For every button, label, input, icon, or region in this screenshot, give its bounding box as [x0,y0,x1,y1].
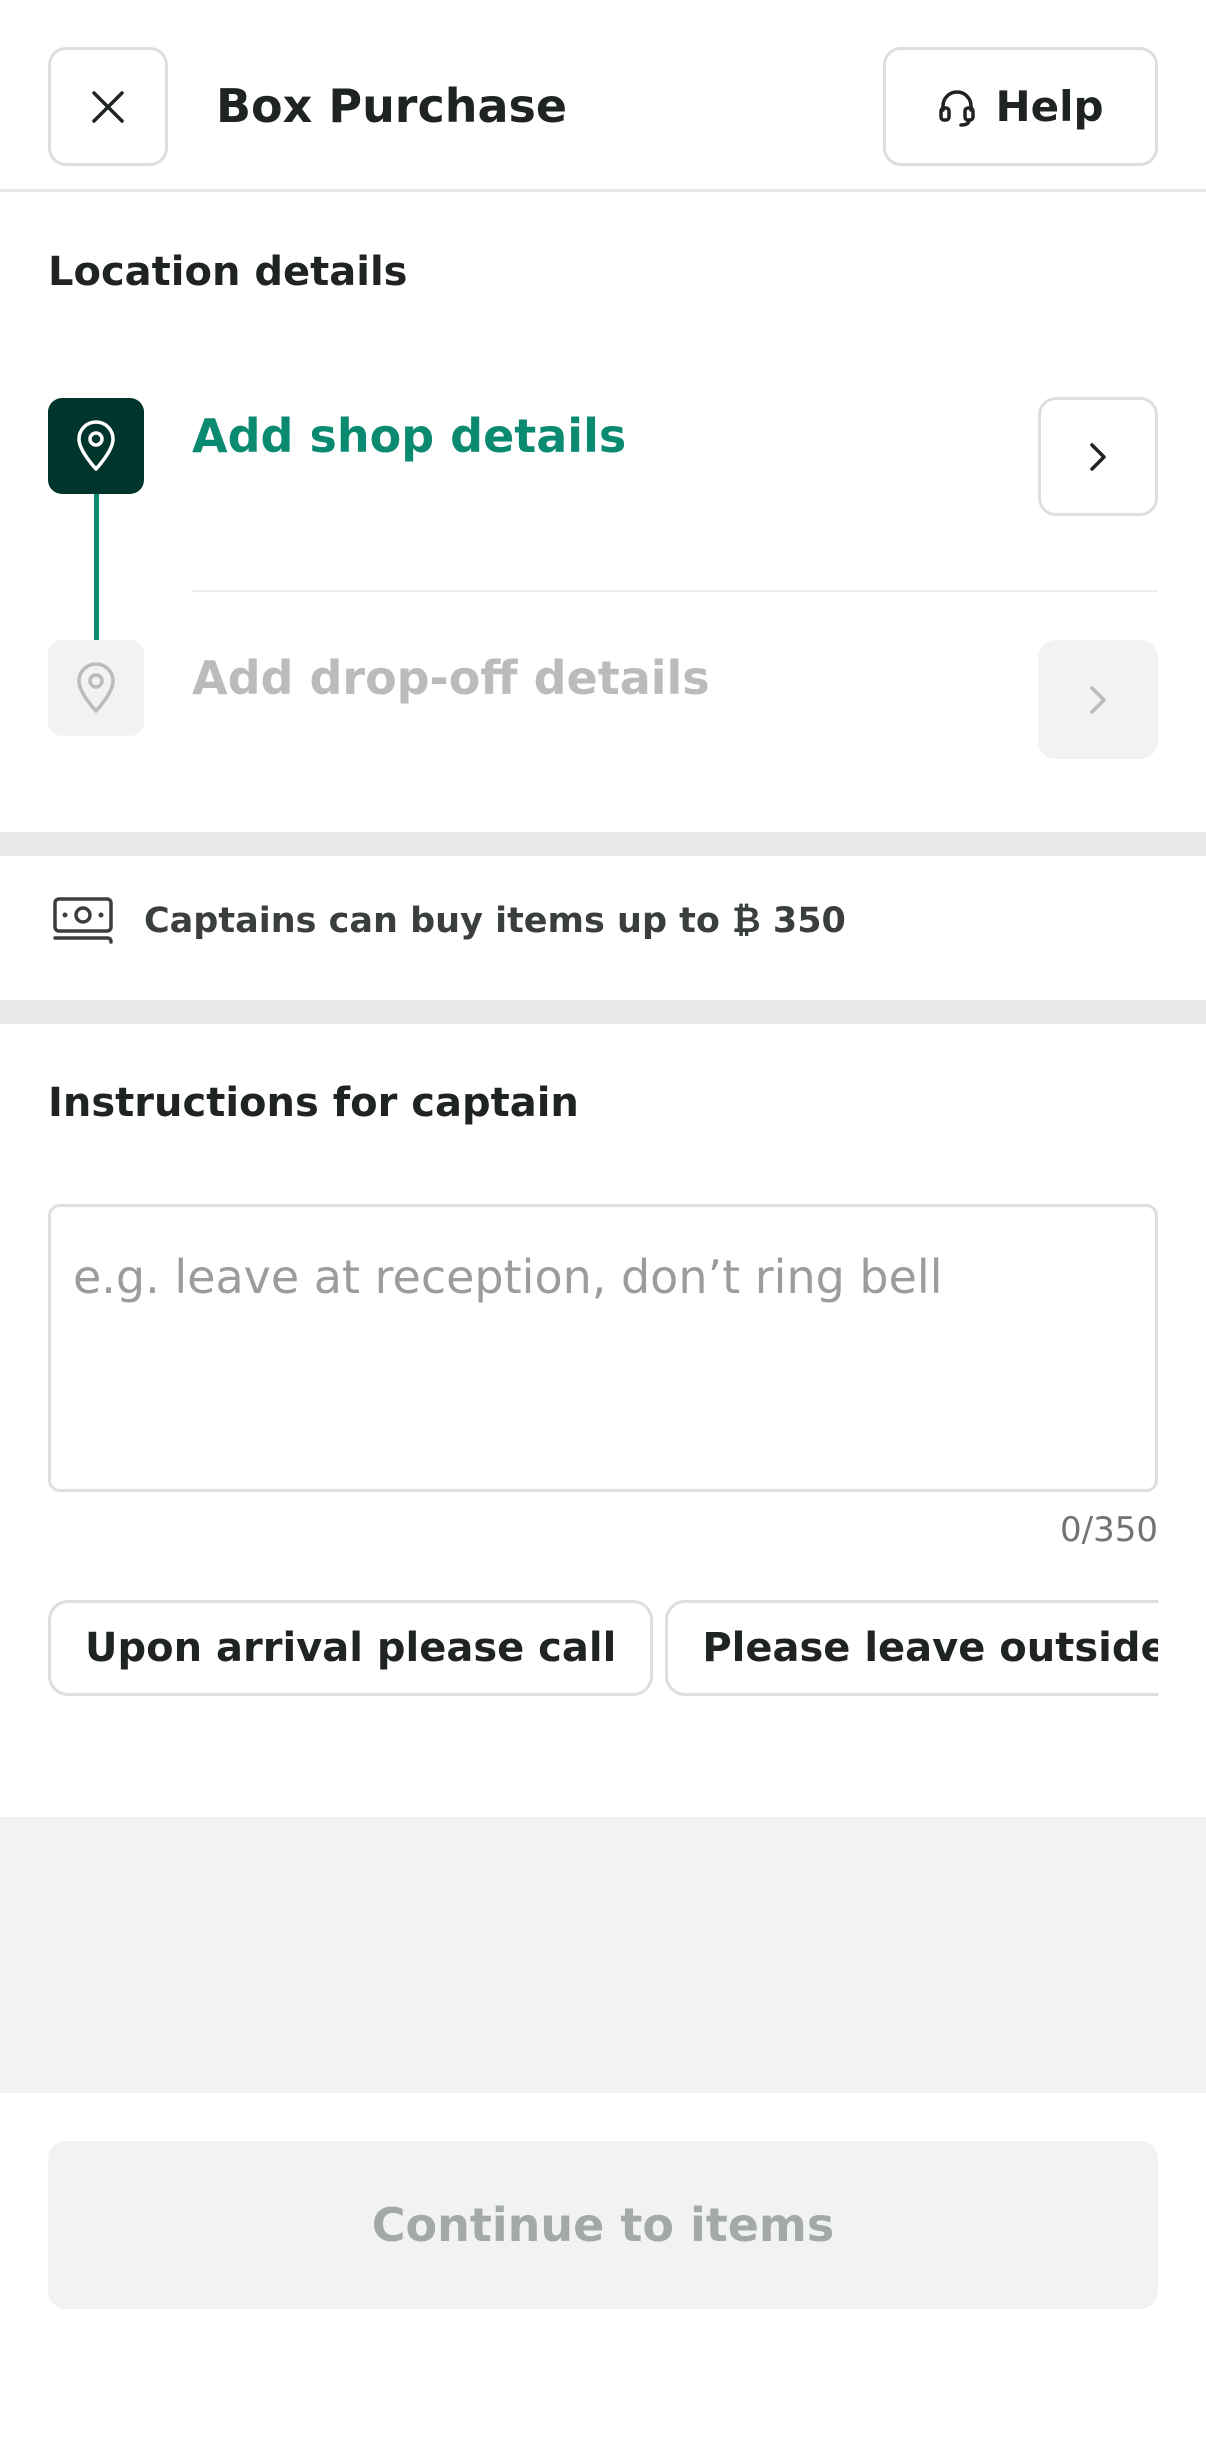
chip-leave-outside-door[interactable]: Please leave outside the door [665,1600,1158,1696]
close-icon [92,90,124,123]
route-connector [94,494,99,640]
spacer-area [0,1817,1206,2093]
purchase-limit-text: Captains can buy items up to ₿ 350 [144,901,846,941]
add-shop-details-link[interactable]: Add shop details [192,408,626,464]
instructions-textarea[interactable]: e.g. leave at reception, don’t ring bell [48,1204,1158,1492]
help-button[interactable]: Help [883,47,1158,166]
instructions-placeholder: e.g. leave at reception, don’t ring bell [73,1250,943,1304]
row-divider [192,590,1158,592]
instructions-section-title: Instructions for captain [48,1080,579,1126]
close-button[interactable] [48,47,168,166]
chevron-right-icon [1090,442,1106,471]
pickup-pin [48,398,144,494]
location-pin-icon [77,420,115,471]
top-bar: Box Purchase Help [0,0,1206,192]
chevron-right-icon [1090,685,1106,714]
location-section-title: Location details [48,249,408,295]
continue-to-items-button[interactable]: Continue to items [48,2141,1158,2309]
quick-instruction-chips: Upon arrival please call Please leave out… [48,1600,1158,1698]
add-dropoff-details-link: Add drop-off details [192,651,710,705]
location-pin-icon [77,662,115,713]
headset-icon [939,89,976,127]
help-label: Help [995,82,1104,131]
section-divider [0,832,1206,856]
character-counter: 0/350 [1060,1510,1158,1550]
dropoff-pin [48,640,144,736]
page-title: Box Purchase [216,79,568,133]
section-divider [0,1000,1206,1024]
cash-icon [53,897,113,944]
chip-upon-arrival-call[interactable]: Upon arrival please call [48,1600,654,1696]
shop-details-chevron-button[interactable] [1038,397,1158,516]
purchase-limit-row: Captains can buy items up to ₿ 350 [52,896,846,946]
dropoff-details-chevron-button [1038,640,1158,759]
